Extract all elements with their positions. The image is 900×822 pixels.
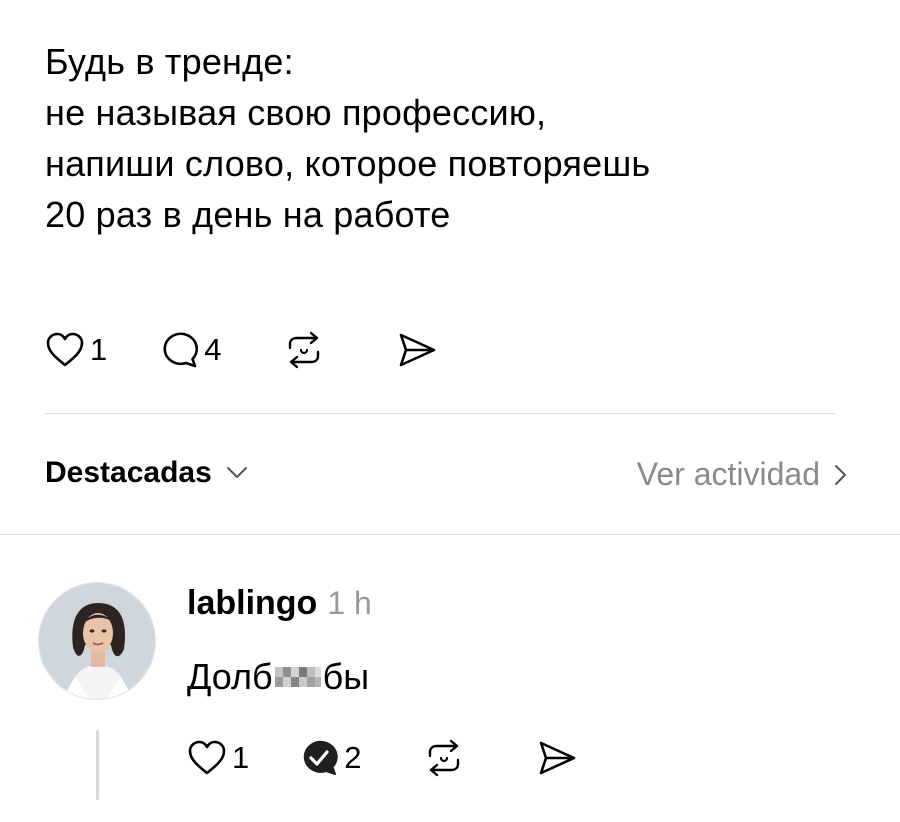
chevron-down-icon xyxy=(226,467,247,478)
reply-author[interactable]: lablingo 1 h xyxy=(187,584,372,623)
send-icon xyxy=(539,741,575,775)
divider xyxy=(45,413,835,414)
reply-like-count: 1 xyxy=(232,740,250,775)
view-activity-link[interactable]: Ver actividad xyxy=(637,456,848,493)
post-line: напиши слово, которое повторяешь xyxy=(45,143,651,184)
comment-bubble-icon xyxy=(163,332,199,368)
post-line: не называя свою профессию, xyxy=(45,92,547,133)
reply-text: Долб бы xyxy=(187,656,369,698)
username[interactable]: lablingo xyxy=(187,584,317,623)
divider xyxy=(0,534,900,535)
reply-repost-button[interactable] xyxy=(424,739,464,777)
post-comment-button[interactable]: 4 xyxy=(159,330,222,370)
reply-comment-count: 2 xyxy=(344,740,362,775)
post-action-bar: 1 4 xyxy=(45,330,438,370)
avatar-photo xyxy=(39,583,155,699)
post-text: Будь в тренде: не называя свою профессию… xyxy=(45,36,885,240)
sort-dropdown[interactable]: Destacadas xyxy=(45,456,248,490)
repost-icon xyxy=(428,739,459,777)
pixelated-censor xyxy=(274,667,321,687)
reply-text-start: Долб xyxy=(187,656,273,697)
post-like-button[interactable]: 1 xyxy=(45,330,107,370)
send-icon xyxy=(399,333,435,367)
thread-line xyxy=(96,730,99,800)
reply-comment-button[interactable]: 2 xyxy=(299,738,362,778)
avatar[interactable] xyxy=(38,582,156,700)
view-activity-label: Ver actividad xyxy=(636,456,820,492)
heart-icon xyxy=(188,740,226,775)
reply-like-button[interactable]: 1 xyxy=(187,738,249,778)
post-comment-count: 4 xyxy=(204,332,222,367)
reply-share-button[interactable] xyxy=(536,739,578,777)
reply-text-end: бы xyxy=(322,656,370,697)
timestamp: 1 h xyxy=(327,585,372,621)
post-line: 20 раз в день на работе xyxy=(45,194,451,235)
post-repost-button[interactable] xyxy=(284,331,324,369)
reply-action-bar: 1 2 xyxy=(187,738,578,778)
check-badge-icon xyxy=(304,740,338,775)
sort-label: Destacadas xyxy=(45,456,212,489)
post-share-button[interactable] xyxy=(396,331,438,369)
post-like-count: 1 xyxy=(90,332,108,367)
heart-icon xyxy=(46,332,84,367)
repost-icon xyxy=(288,331,319,369)
chevron-right-icon xyxy=(835,464,846,485)
post-line: Будь в тренде: xyxy=(45,41,294,82)
